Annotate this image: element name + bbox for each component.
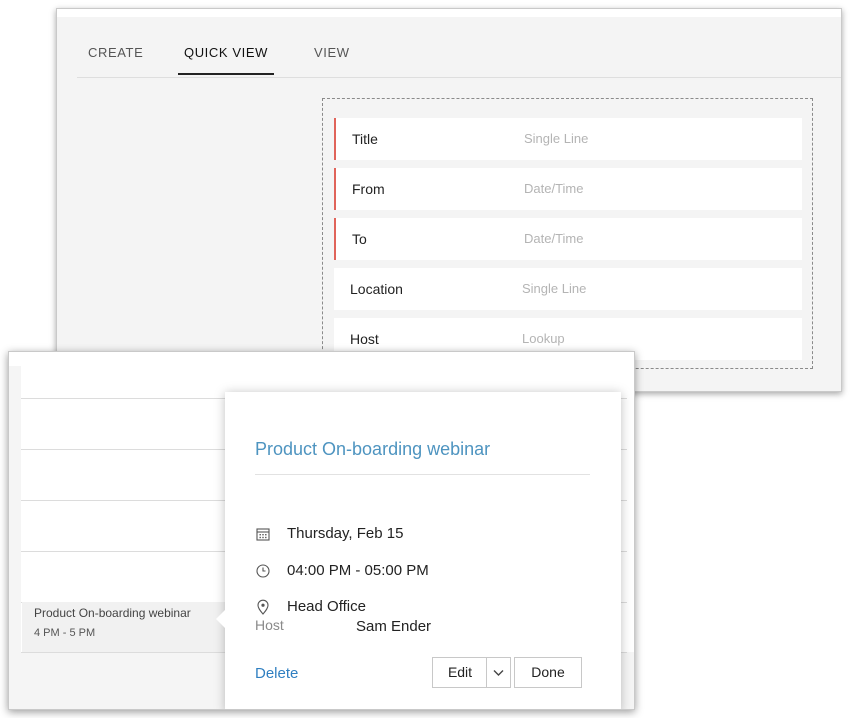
- field-row-from[interactable]: From Date/Time: [334, 168, 802, 210]
- host-value: Sam Ender: [356, 618, 432, 635]
- tab-create[interactable]: CREATE: [88, 43, 143, 73]
- divider: [255, 474, 590, 475]
- quick-view-field-area: Title Single Line From Date/Time To Date…: [322, 98, 813, 369]
- field-label: To: [352, 231, 367, 247]
- tab-view[interactable]: VIEW: [314, 43, 349, 73]
- field-type: Lookup: [522, 331, 565, 346]
- event-time: 4 PM - 5 PM: [34, 627, 96, 639]
- event-time: 04:00 PM - 05:00 PM: [287, 562, 429, 579]
- edit-menu-button[interactable]: [486, 657, 511, 688]
- event-quick-view-popup: Product On-boarding webinar Thursday, Fe…: [216, 392, 621, 709]
- layout-tabs: CREATE QUICK VIEW VIEW: [77, 39, 841, 78]
- calendar-icon: [256, 528, 270, 541]
- field-row-to[interactable]: To Date/Time: [334, 218, 802, 260]
- field-label: From: [352, 181, 385, 197]
- location-pin-icon: [257, 599, 269, 615]
- chevron-down-icon: [493, 670, 504, 676]
- calendar-window: Product On-boarding webinar 4 PM - 5 PM …: [8, 351, 635, 710]
- popup-arrow: [216, 610, 225, 628]
- field-type: Single Line: [522, 281, 587, 296]
- field-type: Single Line: [524, 131, 589, 146]
- host-label: Host: [255, 617, 284, 633]
- form-builder-window: CREATE QUICK VIEW VIEW Title Single Line…: [56, 8, 842, 392]
- field-type: Date/Time: [524, 181, 584, 196]
- field-label: Title: [352, 131, 378, 147]
- event-location: Head Office: [287, 598, 366, 615]
- field-label: Host: [350, 331, 379, 347]
- field-row-title[interactable]: Title Single Line: [334, 118, 802, 160]
- window-top-strip: [57, 9, 841, 17]
- field-type: Date/Time: [524, 231, 584, 246]
- tab-quick-view[interactable]: QUICK VIEW: [178, 43, 274, 75]
- event-title: Product On-boarding webinar: [34, 606, 191, 620]
- event-title: Product On-boarding webinar: [255, 439, 491, 459]
- done-button[interactable]: Done: [514, 657, 582, 688]
- field-row-location[interactable]: Location Single Line: [334, 268, 802, 310]
- clock-icon: [256, 564, 270, 578]
- delete-link[interactable]: Delete: [255, 665, 298, 682]
- edit-button[interactable]: Edit: [432, 657, 488, 688]
- event-date: Thursday, Feb 15: [287, 525, 404, 542]
- field-label: Location: [350, 281, 403, 297]
